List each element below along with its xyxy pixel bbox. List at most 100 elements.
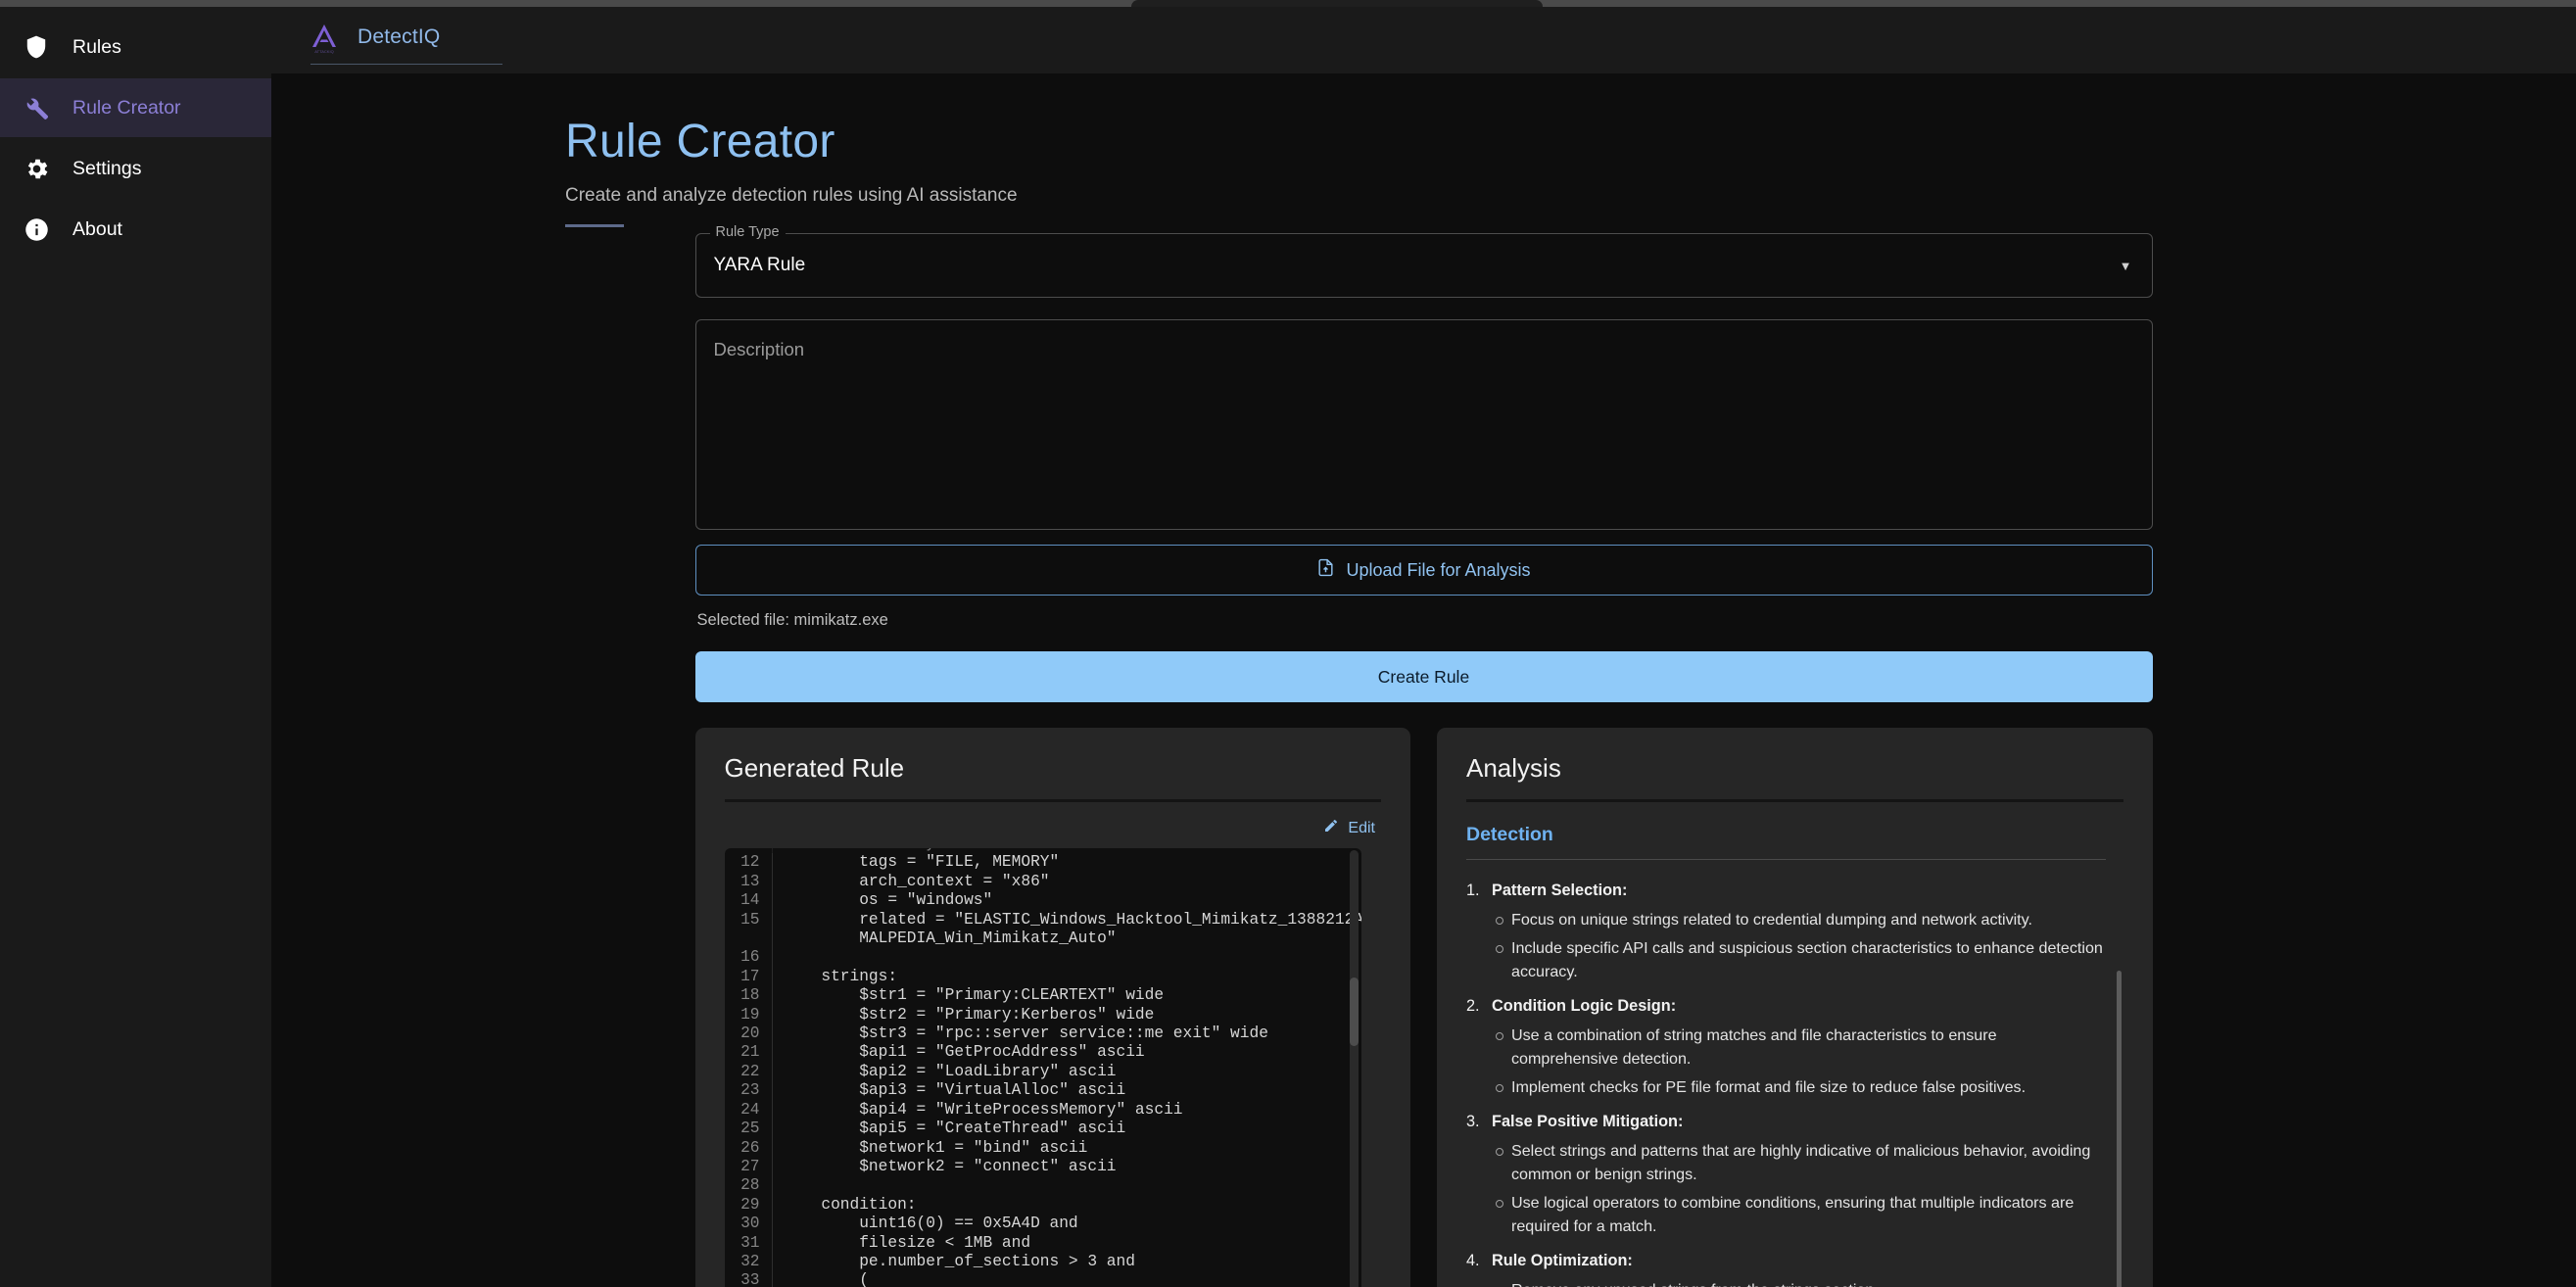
code-line-number: 13	[725, 873, 772, 891]
code-line: 24 $api4 = "WriteProcessMemory" ascii	[725, 1101, 1362, 1120]
code-line-text: condition:	[772, 1196, 917, 1215]
code-line: 23 $api3 = "VirtualAlloc" ascii	[725, 1081, 1362, 1100]
code-line: 27 $network2 = "connect" ascii	[725, 1158, 1362, 1176]
rule-code-editor[interactable]: 11 severity = 9012 tags = "FILE, MEMORY"…	[725, 848, 1362, 1287]
analysis-bullet: Focus on unique strings related to crede…	[1511, 908, 2106, 931]
code-line-text: pe.number_of_sections > 3 and	[772, 1253, 1135, 1271]
rule-type-value: YARA Rule	[714, 255, 2120, 276]
sidebar-item-rules[interactable]: Rules	[0, 18, 271, 76]
analysis-item-number: 4.	[1466, 1252, 1480, 1270]
analysis-item-number: 2.	[1466, 997, 1480, 1016]
info-icon	[22, 214, 51, 244]
code-line-number: 19	[725, 1006, 772, 1025]
analysis-bullet: Select strings and patterns that are hig…	[1511, 1139, 2106, 1186]
brand[interactable]: ATTACKIQ DetectIQ	[295, 0, 461, 73]
analysis-body: Detection 1.Pattern Selection:Focus on u…	[1466, 824, 2123, 1287]
code-line: 17 strings:	[725, 968, 1362, 986]
sidebar-item-about[interactable]: About	[0, 200, 271, 259]
description-input[interactable]: Description	[695, 319, 2153, 530]
analysis-section-divider	[1466, 859, 2106, 860]
code-lines: 11 severity = 9012 tags = "FILE, MEMORY"…	[725, 848, 1362, 1287]
description-placeholder: Description	[714, 339, 805, 359]
code-line-number: 15	[725, 911, 772, 930]
code-line-text: related = "ELASTIC_Windows_Hacktool_Mimi…	[772, 911, 1362, 930]
analysis-bullet: Implement checks for PE file format and …	[1511, 1075, 2106, 1099]
selected-file-label: Selected file: mimikatz.exe	[695, 611, 2153, 630]
code-line-number: 33	[725, 1271, 772, 1287]
code-line-text: (	[772, 1271, 869, 1287]
code-scrollbar-thumb[interactable]	[1350, 977, 1359, 1046]
analysis-item-heading: 4.Rule Optimization:	[1466, 1252, 2106, 1270]
code-line-number	[725, 930, 772, 948]
svg-text:ATTACKIQ: ATTACKIQ	[314, 49, 333, 54]
code-line-text: os = "windows"	[772, 891, 993, 910]
analysis-bullet: Include specific API calls and suspiciou…	[1511, 936, 2106, 983]
code-line-number: 30	[725, 1215, 772, 1233]
analysis-bullet: Remove any unused strings from the strin…	[1511, 1278, 2106, 1287]
code-line: 31 filesize < 1MB and	[725, 1234, 1362, 1253]
rule-type-select[interactable]: Rule Type YARA Rule ▼	[695, 233, 2153, 298]
code-line-text: $api5 = "CreateThread" ascii	[772, 1120, 1126, 1138]
code-line-text: arch_context = "x86"	[772, 873, 1050, 891]
code-line: 26 $network1 = "bind" ascii	[725, 1139, 1362, 1158]
panel-divider	[1466, 799, 2123, 802]
analysis-bullet-list: Focus on unique strings related to crede…	[1466, 908, 2106, 983]
title-underline	[565, 224, 624, 227]
code-scrollbar[interactable]	[1350, 850, 1359, 1287]
code-line: 13 arch_context = "x86"	[725, 873, 1362, 891]
code-line: 20 $str3 = "rpc::server service::me exit…	[725, 1025, 1362, 1043]
analysis-item-heading: 3.False Positive Mitigation:	[1466, 1113, 2106, 1131]
code-line-number: 21	[725, 1043, 772, 1062]
code-line: 19 $str2 = "Primary:Kerberos" wide	[725, 1006, 1362, 1025]
wrench-icon	[22, 93, 51, 122]
upload-file-button[interactable]: Upload File for Analysis	[695, 545, 2153, 596]
analysis-item-number: 1.	[1466, 882, 1480, 900]
code-line: MALPEDIA_Win_Mimikatz_Auto"	[725, 930, 1362, 948]
code-line-number: 14	[725, 891, 772, 910]
code-line-text: $network1 = "bind" ascii	[772, 1139, 1088, 1158]
sidebar: Rules Rule Creator Settings About	[0, 0, 271, 1287]
code-line-text: $str1 = "Primary:CLEARTEXT" wide	[772, 986, 1165, 1005]
code-line-number: 12	[725, 853, 772, 872]
code-line-text: $api2 = "LoadLibrary" ascii	[772, 1063, 1117, 1081]
code-line-number: 11	[725, 848, 772, 853]
code-line: 29 condition:	[725, 1196, 1362, 1215]
analysis-bullet-list: Use a combination of string matches and …	[1466, 1024, 2106, 1099]
sidebar-item-rule-creator[interactable]: Rule Creator	[0, 78, 271, 137]
analysis-scrollbar[interactable]	[2117, 971, 2122, 1287]
rule-form: Rule Type YARA Rule ▼ Description Upl	[695, 233, 2153, 702]
pencil-icon	[1323, 818, 1339, 838]
generated-rule-panel: Generated Rule Edit 11 severity = 9012 t…	[695, 728, 1411, 1287]
sidebar-item-settings[interactable]: Settings	[0, 139, 271, 198]
code-line-text: $api3 = "VirtualAlloc" ascii	[772, 1081, 1126, 1100]
code-line-text: MALPEDIA_Win_Mimikatz_Auto"	[772, 930, 1117, 948]
code-line-number: 24	[725, 1101, 772, 1120]
analysis-title: Analysis	[1466, 753, 2123, 784]
code-line-text: tags = "FILE, MEMORY"	[772, 853, 1060, 872]
file-upload-icon	[1316, 557, 1335, 583]
code-line: 15 related = "ELASTIC_Windows_Hacktool_M…	[725, 911, 1362, 930]
code-line-text: $network2 = "connect" ascii	[772, 1158, 1117, 1176]
code-line: 22 $api2 = "LoadLibrary" ascii	[725, 1063, 1362, 1081]
generated-rule-title: Generated Rule	[725, 753, 1382, 784]
topbar: ATTACKIQ DetectIQ	[271, 0, 2576, 73]
create-rule-button[interactable]: Create Rule	[695, 651, 2153, 702]
code-line-number: 20	[725, 1025, 772, 1043]
edit-rule-button[interactable]: Edit	[1323, 818, 1375, 838]
analysis-item-heading: 2.Condition Logic Design:	[1466, 997, 2106, 1016]
code-line-number: 26	[725, 1139, 772, 1158]
page-subtitle: Create and analyze detection rules using…	[565, 185, 2576, 207]
code-line: 28	[725, 1176, 1362, 1195]
code-line-number: 25	[725, 1120, 772, 1138]
edit-row: Edit	[725, 802, 1382, 848]
analysis-item-heading: 1.Pattern Selection:	[1466, 882, 2106, 900]
code-line-text: $api1 = "GetProcAddress" ascii	[772, 1043, 1145, 1062]
code-line-number: 28	[725, 1176, 772, 1195]
sidebar-item-label: Rule Creator	[72, 97, 181, 119]
analysis-bullet-list: Remove any unused strings from the strin…	[1466, 1278, 2106, 1287]
code-line-text: filesize < 1MB and	[772, 1234, 1031, 1253]
analysis-panel: Analysis Detection 1.Pattern Selection:F…	[1437, 728, 2153, 1287]
code-line: 32 pe.number_of_sections > 3 and	[725, 1253, 1362, 1271]
code-line-number: 32	[725, 1253, 772, 1271]
chevron-down-icon[interactable]: ▼	[2120, 260, 2132, 272]
